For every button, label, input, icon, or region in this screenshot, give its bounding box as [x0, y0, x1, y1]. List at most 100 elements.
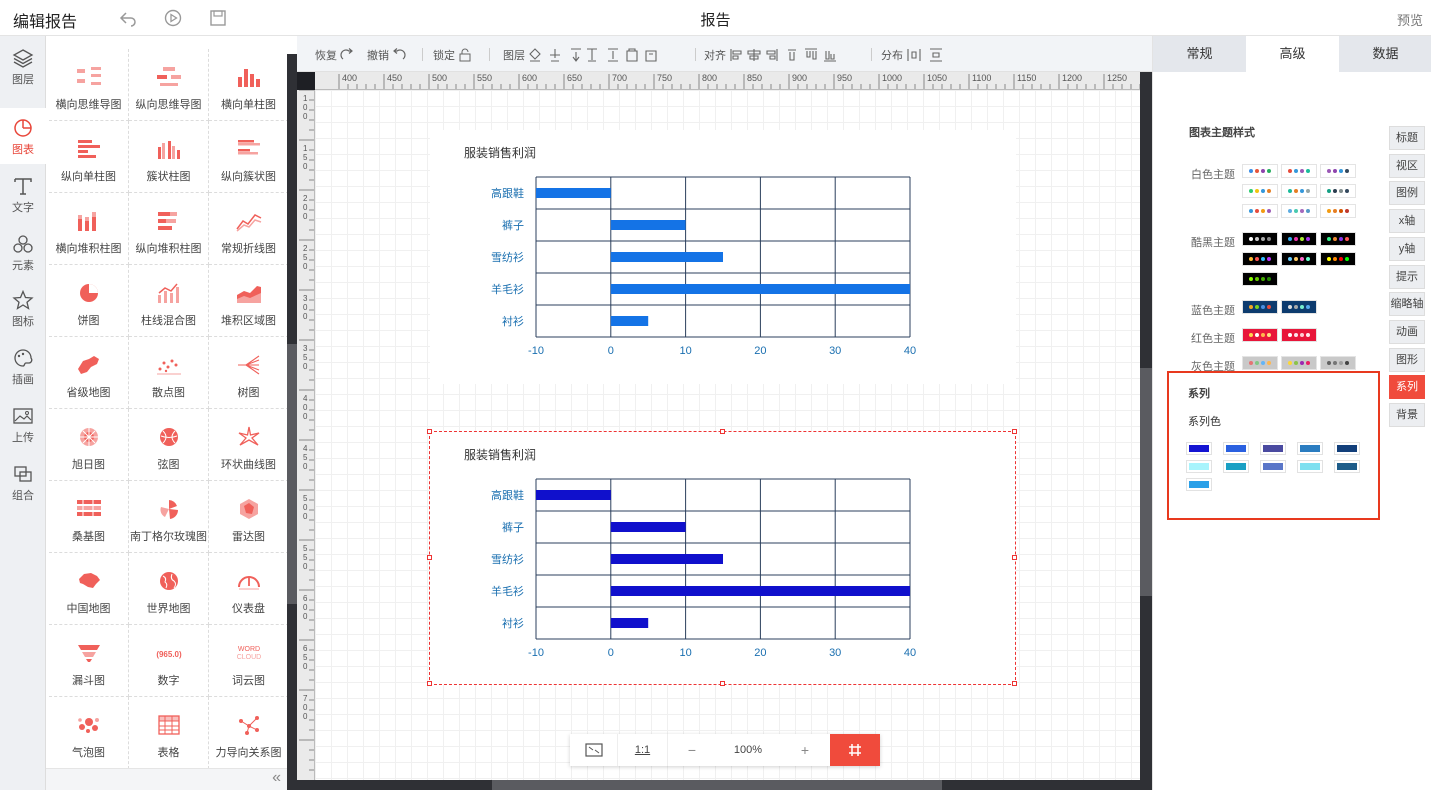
resize-handle[interactable]	[1012, 555, 1017, 560]
palette-item-number[interactable]: (965.0) 数字	[129, 625, 209, 697]
canvas-vertical-scrollbar[interactable]	[1140, 72, 1152, 790]
theme-swatch[interactable]	[1242, 300, 1278, 314]
side-menu-1[interactable]: 视区	[1389, 153, 1425, 178]
back-icon[interactable]	[118, 8, 138, 28]
palette-item-vertical-bar[interactable]: 横向单柱图	[209, 49, 287, 121]
theme-swatch[interactable]	[1281, 252, 1317, 266]
theme-swatch[interactable]	[1281, 328, 1317, 342]
theme-swatch[interactable]	[1242, 328, 1278, 342]
resize-handle[interactable]	[427, 429, 432, 434]
series-color-swatch[interactable]	[1223, 460, 1249, 473]
nav-icons[interactable]: 图标	[0, 280, 46, 336]
tab-advanced[interactable]: 高级	[1246, 36, 1339, 72]
palette-item-china-map[interactable]: 中国地图	[49, 553, 129, 625]
resize-handle[interactable]	[427, 555, 432, 560]
theme-swatch[interactable]	[1281, 356, 1317, 370]
series-color-swatch[interactable]	[1186, 478, 1212, 491]
palette-item-stacked-bar[interactable]: 纵向堆积柱图	[129, 193, 209, 265]
nav-upload[interactable]: 上传	[0, 396, 46, 452]
palette-item-stacked-area[interactable]: 堆积区域图	[209, 265, 287, 337]
report-canvas[interactable]: 服装销售利润 高跟鞋 裤子 雪纺衫 羊毛衫 衬衫 -10 0 10 20 30 40 服装销售利润 …	[315, 90, 1140, 780]
nav-group[interactable]: 组合	[0, 454, 46, 510]
side-menu-2[interactable]: 图例	[1389, 181, 1425, 206]
scrollbar-thumb[interactable]	[287, 344, 297, 604]
theme-swatch[interactable]	[1320, 164, 1356, 178]
resize-handle[interactable]	[720, 681, 725, 686]
palette-item-bubble[interactable]: 气泡图	[49, 697, 129, 768]
lock-button[interactable]: 锁定	[433, 47, 472, 63]
palette-item-world-map[interactable]: 世界地图	[129, 553, 209, 625]
palette-item-force-graph[interactable]: 力导向关系图	[209, 697, 287, 768]
nav-layers[interactable]: 图层	[0, 38, 46, 94]
theme-swatch[interactable]	[1242, 252, 1278, 266]
palette-item-tree[interactable]: 树图	[209, 337, 287, 409]
palette-item-stacked-column[interactable]: 横向堆积柱图	[49, 193, 129, 265]
palette-item-clustered-column[interactable]: 簇状柱图	[129, 121, 209, 193]
palette-item-radial-curve[interactable]: 环状曲线图	[209, 409, 287, 481]
series-color-swatch[interactable]	[1260, 460, 1286, 473]
theme-swatch[interactable]	[1281, 184, 1317, 198]
canvas-horizontal-scrollbar[interactable]	[297, 780, 1152, 790]
scrollbar-thumb[interactable]	[492, 780, 942, 790]
palette-item-gauge[interactable]: 仪表盘	[209, 553, 287, 625]
undo-button[interactable]: 撤销	[367, 47, 406, 63]
distribute-icons[interactable]	[906, 48, 946, 62]
theme-swatch[interactable]	[1281, 164, 1317, 178]
side-menu-8[interactable]: 图形	[1389, 347, 1425, 372]
theme-swatch[interactable]	[1281, 232, 1317, 246]
side-menu-10[interactable]: 背景	[1389, 403, 1425, 427]
theme-swatch[interactable]	[1242, 356, 1278, 370]
zoom-in-button[interactable]: +	[780, 734, 830, 766]
palette-item-province-map[interactable]: 省级地图	[49, 337, 129, 409]
palette-item-scatter[interactable]: 散点图	[129, 337, 209, 409]
series-color-swatch[interactable]	[1334, 442, 1360, 455]
series-color-swatch[interactable]	[1186, 442, 1212, 455]
theme-swatch[interactable]	[1281, 300, 1317, 314]
chart-2-selected[interactable]: 服装销售利润 高跟鞋 裤子 雪纺衫 羊毛衫 衬衫 -10 0 10 20 30 40	[427, 429, 1017, 686]
tab-data[interactable]: 数据	[1339, 36, 1431, 72]
theme-swatch[interactable]	[1320, 204, 1356, 218]
zoom-out-button[interactable]: −	[668, 734, 716, 766]
tab-general[interactable]: 常规	[1153, 36, 1246, 72]
palette-item-line-chart[interactable]: 常规折线图	[209, 193, 287, 265]
align-icons[interactable]	[729, 48, 859, 62]
theme-swatch[interactable]	[1242, 272, 1278, 286]
palette-item-pie-chart[interactable]: 饼图	[49, 265, 129, 337]
actual-size-button[interactable]: 1:1	[618, 734, 668, 766]
side-menu-5[interactable]: 提示	[1389, 264, 1425, 289]
redo-button[interactable]: 恢复	[315, 47, 354, 63]
palette-item-nightingale-rose[interactable]: 南丁格尔玫瑰图	[129, 481, 209, 553]
palette-item-wordcloud[interactable]: WORD CLOUD 词云图	[209, 625, 287, 697]
theme-swatch[interactable]	[1320, 356, 1356, 370]
theme-swatch[interactable]	[1242, 204, 1278, 218]
fit-screen-button[interactable]	[570, 734, 618, 766]
preview-button[interactable]: 预览	[1397, 10, 1423, 29]
theme-swatch[interactable]	[1242, 184, 1278, 198]
palette-item-clustered-bar[interactable]: 纵向簇状图	[209, 121, 287, 193]
chart-1[interactable]: 服装销售利润 高跟鞋 裤子 雪纺衫 羊毛衫 衬衫 -10 0 10 20 30 40	[430, 130, 1016, 384]
series-color-swatch[interactable]	[1334, 460, 1360, 473]
scrollbar-thumb[interactable]	[1140, 368, 1152, 596]
save-icon[interactable]	[208, 8, 228, 28]
theme-swatch[interactable]	[1242, 164, 1278, 178]
nav-elements[interactable]: 元素	[0, 224, 46, 280]
palette-item-table[interactable]: 表格	[129, 697, 209, 768]
resize-handle[interactable]	[1012, 429, 1017, 434]
series-color-swatch[interactable]	[1223, 442, 1249, 455]
side-menu-7[interactable]: 动画	[1389, 319, 1425, 344]
resize-handle[interactable]	[720, 429, 725, 434]
nav-charts[interactable]: 图表	[0, 108, 46, 164]
palette-item-sankey[interactable]: 桑基图	[49, 481, 129, 553]
series-color-swatch[interactable]	[1297, 460, 1323, 473]
series-color-swatch[interactable]	[1260, 442, 1286, 455]
theme-swatch[interactable]	[1320, 252, 1356, 266]
series-color-swatch[interactable]	[1186, 460, 1212, 473]
palette-item-radar[interactable]: 雷达图	[209, 481, 287, 553]
nav-illustrations[interactable]: 插画	[0, 338, 46, 394]
palette-item-bar-line-combo[interactable]: 柱线混合图	[129, 265, 209, 337]
series-color-swatch[interactable]	[1297, 442, 1323, 455]
palette-item-chord[interactable]: 弦图	[129, 409, 209, 481]
resize-handle[interactable]	[1012, 681, 1017, 686]
nav-text[interactable]: 文字	[0, 166, 46, 222]
theme-swatch[interactable]	[1320, 184, 1356, 198]
